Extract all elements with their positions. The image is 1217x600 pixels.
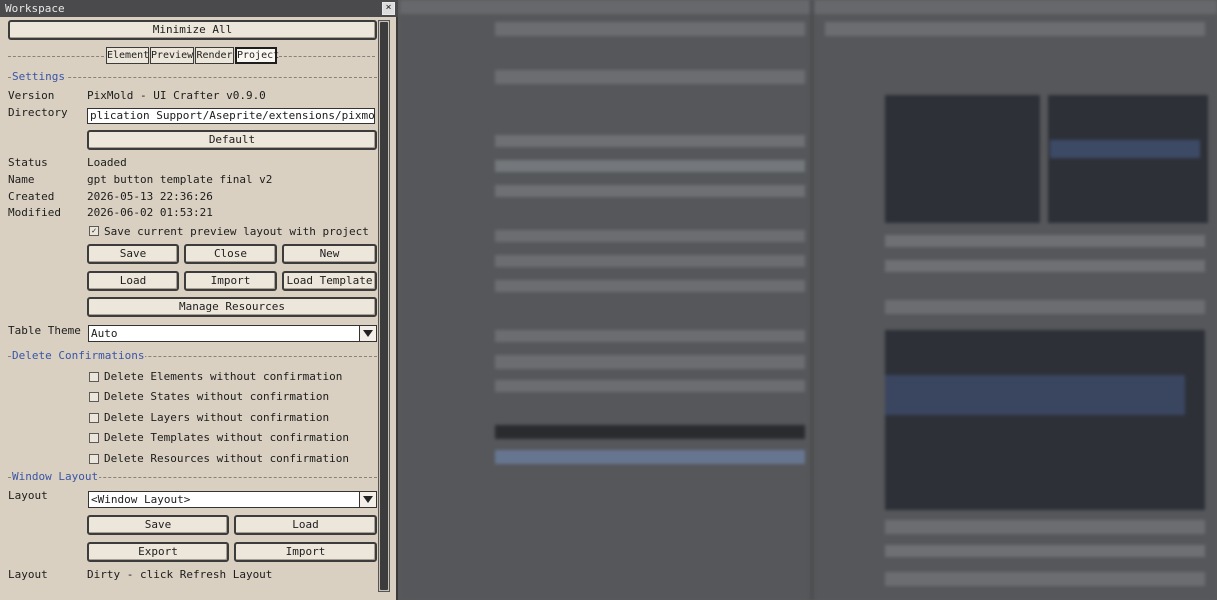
- delete-confirmations-header: Delete Confirmations: [11, 349, 146, 362]
- layout-select[interactable]: <Window Layout>: [88, 491, 377, 508]
- delete-states-label: Delete States without confirmation: [104, 390, 330, 403]
- tab-preview[interactable]: Preview: [150, 47, 194, 64]
- modified-label: Modified: [8, 206, 61, 219]
- delete-states-checkbox[interactable]: [89, 392, 99, 402]
- load-template-button[interactable]: Load Template: [282, 271, 377, 291]
- tab-element[interactable]: Element: [106, 47, 149, 64]
- vertical-scrollbar[interactable]: [378, 20, 390, 592]
- layout-status-value: Dirty - click Refresh Layout: [87, 568, 273, 581]
- delete-templates-checkbox[interactable]: [89, 433, 99, 443]
- table-theme-label: Table Theme: [8, 324, 81, 337]
- directory-label: Directory: [8, 106, 68, 119]
- delete-elements-label: Delete Elements without confirmation: [104, 370, 343, 383]
- save-layout-checkbox[interactable]: ✓: [89, 226, 99, 236]
- settings-header: Settings: [11, 70, 66, 83]
- name-value: gpt button template final v2: [87, 173, 273, 186]
- delete-layers-checkbox[interactable]: [89, 413, 99, 423]
- background-workspace: [400, 0, 1217, 600]
- table-theme-value: Auto: [91, 327, 118, 340]
- layout-select-value: <Window Layout>: [91, 493, 191, 506]
- window-title: Workspace: [5, 2, 65, 15]
- table-theme-select[interactable]: Auto: [88, 325, 377, 342]
- version-label: Version: [8, 89, 55, 102]
- delete-elements-checkbox[interactable]: [89, 372, 99, 382]
- delete-resources-checkbox[interactable]: [89, 454, 99, 464]
- new-button[interactable]: New: [282, 244, 377, 264]
- version-value: PixMold - UI Crafter v0.9.0: [87, 89, 266, 102]
- chevron-down-icon[interactable]: [359, 492, 376, 507]
- delete-templates-label: Delete Templates without confirmation: [104, 431, 350, 444]
- created-label: Created: [8, 190, 55, 203]
- tab-project[interactable]: Project: [235, 47, 279, 64]
- tabs-divider-left: [8, 56, 104, 57]
- status-label: Status: [8, 156, 48, 169]
- load-button[interactable]: Load: [87, 271, 179, 291]
- close-icon[interactable]: ×: [382, 2, 395, 15]
- chevron-down-icon[interactable]: [359, 326, 376, 341]
- title-bar[interactable]: Workspace ×: [0, 0, 398, 17]
- layout-export-button[interactable]: Export: [87, 542, 229, 562]
- workspace-panel: Workspace × Minimize All Element Preview…: [0, 0, 398, 600]
- layout-status-label: Layout: [8, 568, 48, 581]
- close-button[interactable]: Close: [184, 244, 277, 264]
- layout-label: Layout: [8, 489, 48, 502]
- save-button[interactable]: Save: [87, 244, 179, 264]
- manage-resources-button[interactable]: Manage Resources: [87, 297, 377, 317]
- default-button[interactable]: Default: [87, 130, 377, 150]
- scrollbar-thumb[interactable]: [380, 22, 388, 590]
- window-layout-header: Window Layout: [11, 470, 100, 483]
- import-button[interactable]: Import: [184, 271, 277, 291]
- tab-render[interactable]: Render: [195, 47, 234, 64]
- layout-import-button[interactable]: Import: [234, 542, 377, 562]
- delete-layers-label: Delete Layers without confirmation: [104, 411, 330, 424]
- tabs-divider-right: [279, 56, 375, 57]
- layout-save-button[interactable]: Save: [87, 515, 229, 535]
- status-value: Loaded: [87, 156, 127, 169]
- delete-resources-label: Delete Resources without confirmation: [104, 452, 350, 465]
- directory-input[interactable]: plication Support/Aseprite/extensions/pi…: [87, 108, 375, 124]
- name-label: Name: [8, 173, 35, 186]
- layout-load-button[interactable]: Load: [234, 515, 377, 535]
- save-layout-checkbox-label: Save current preview layout with project: [104, 225, 369, 238]
- created-value: 2026-05-13 22:36:26: [87, 190, 213, 203]
- modified-value: 2026-06-02 01:53:21: [87, 206, 213, 219]
- minimize-all-button[interactable]: Minimize All: [8, 20, 377, 40]
